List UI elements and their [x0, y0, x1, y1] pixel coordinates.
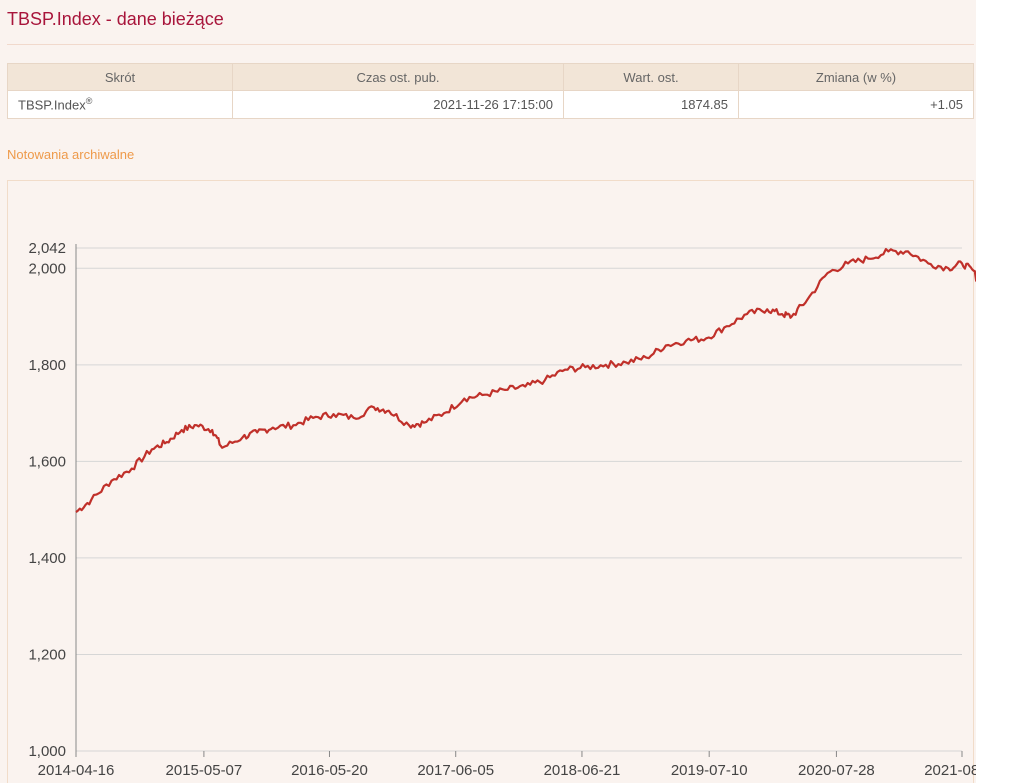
y-tick-label: 1,200 [28, 646, 66, 663]
y-tick-label: 1,400 [28, 550, 66, 567]
x-tick-label: 2015-05-07 [166, 762, 243, 779]
y-tick-label: 2,042 [28, 240, 66, 257]
x-tick-label: 2019-07-10 [671, 762, 748, 779]
x-tick-label: 2021-08-11 [924, 762, 976, 779]
x-tick-label: 2017-06-05 [417, 762, 494, 779]
y-tick-label: 1,000 [28, 743, 66, 760]
line-chart: 2,042 2,000 1,800 1,600 1,400 1,200 1,000 2014-… [28, 240, 976, 779]
y-tick-label: 1,600 [28, 453, 66, 470]
x-tick-label: 2014-04-16 [38, 762, 115, 779]
x-tick-label: 2020-07-28 [798, 762, 875, 779]
y-tick-label: 2,000 [28, 260, 66, 277]
page: TBSP.Index - dane bieżące Skrót Czas ost… [0, 0, 976, 783]
x-tick-label: 2018-06-21 [544, 762, 621, 779]
series-line [75, 248, 976, 513]
y-tick-label: 1,800 [28, 357, 66, 374]
x-tick-label: 2016-05-20 [291, 762, 368, 779]
